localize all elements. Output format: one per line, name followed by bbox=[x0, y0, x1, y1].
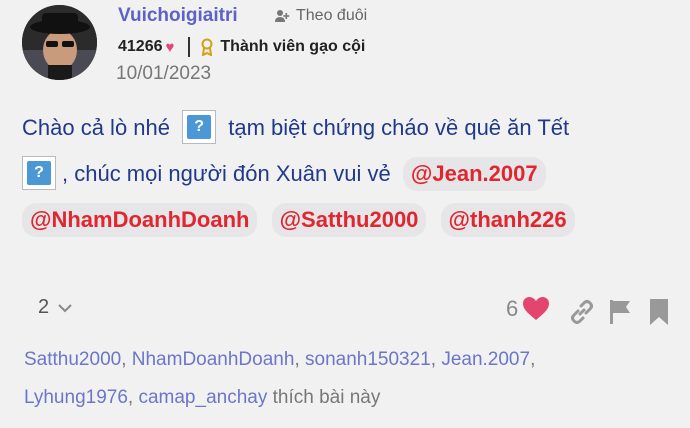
mention-link[interactable]: @Jean.2007 bbox=[402, 157, 546, 191]
replies-count: 2 bbox=[38, 296, 50, 318]
liked-suffix: thích bài này bbox=[272, 387, 381, 408]
follow-button[interactable]: Theo đuôi bbox=[274, 7, 367, 25]
link-icon[interactable] bbox=[568, 298, 596, 326]
post-text: tạm biệt chứng cháo về quê ăn Tết bbox=[228, 115, 570, 140]
likes-count: 6 bbox=[506, 296, 519, 321]
heart-icon bbox=[523, 297, 550, 320]
mention-link[interactable]: @NhamDoanhDoanh bbox=[22, 203, 258, 237]
post-date[interactable]: 10/01/2023 bbox=[116, 63, 211, 85]
post-text: Chào cả lò nhé bbox=[22, 115, 170, 140]
liked-user-link[interactable]: Satthu2000 bbox=[24, 349, 121, 370]
user-rank: Thành viên gạo cội bbox=[220, 38, 366, 55]
divider bbox=[188, 37, 191, 57]
replies-toggle[interactable]: 2 bbox=[38, 296, 73, 319]
mention-link[interactable]: @thanh226 bbox=[440, 203, 575, 237]
follow-label: Theo đuôi bbox=[296, 7, 368, 24]
liked-user-link[interactable]: Lyhung1976 bbox=[24, 387, 128, 408]
username-link[interactable]: Vuichoigiaitri bbox=[118, 5, 238, 27]
avatar-image bbox=[22, 5, 97, 80]
emoji-icon: ? bbox=[22, 156, 56, 191]
avatar[interactable] bbox=[22, 5, 97, 80]
liked-user-link[interactable]: NhamDoanhDoanh bbox=[132, 349, 295, 370]
add-user-icon bbox=[275, 10, 290, 22]
like-button[interactable]: 6 bbox=[506, 296, 550, 322]
post-controls: 2 6 bbox=[0, 296, 690, 330]
medal-icon bbox=[201, 38, 213, 56]
post-text: , chúc mọi người đón Xuân vui vẻ bbox=[62, 161, 391, 186]
liked-by: Satthu2000, NhamDoanhDoanh, sonanh150321… bbox=[24, 349, 536, 408]
chevron-down-icon bbox=[58, 303, 72, 312]
liked-user-link[interactable]: sonanh150321 bbox=[305, 349, 431, 370]
mention-link[interactable]: @Satthu2000 bbox=[271, 203, 427, 237]
emoji-icon: ? bbox=[182, 110, 217, 145]
user-score: 41266 bbox=[118, 38, 163, 55]
flag-icon[interactable] bbox=[608, 298, 634, 326]
heart-icon: ♥ bbox=[165, 38, 175, 56]
bookmark-icon[interactable] bbox=[648, 298, 670, 326]
post-content: Chào cả lò nhé ? tạm biệt chứng cháo về … bbox=[22, 105, 662, 243]
liked-user-link[interactable]: camap_anchay bbox=[138, 387, 267, 408]
liked-user-link[interactable]: Jean.2007 bbox=[441, 349, 530, 370]
user-stats: 41266 ♥ Thành viên gạo cội bbox=[118, 37, 365, 57]
